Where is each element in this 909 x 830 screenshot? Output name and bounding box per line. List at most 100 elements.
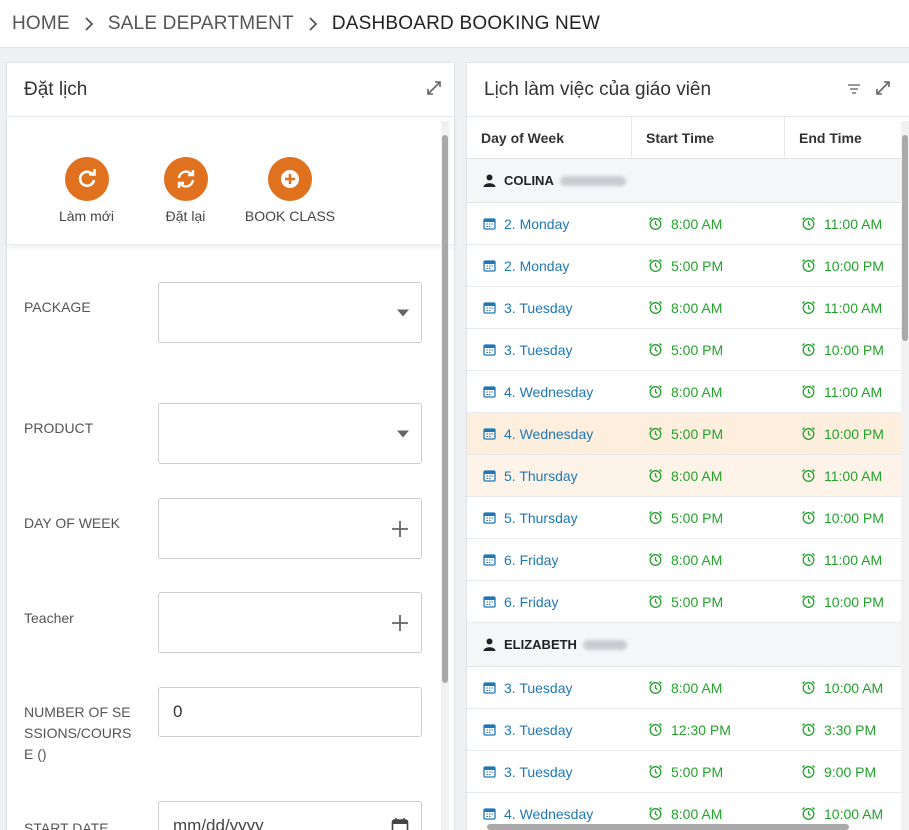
start-time-cell: 8:00 AM xyxy=(632,371,785,412)
alarm-clock-icon xyxy=(648,300,671,315)
end-time-cell: 11:00 AM xyxy=(785,287,905,328)
schedule-row[interactable]: 5. Thursday 5:00 PM 10:00 PM xyxy=(467,497,909,539)
left-panel-scrollbar-thumb[interactable] xyxy=(442,135,448,683)
schedule-row[interactable]: 4. Wednesday 8:00 AM 11:00 AM xyxy=(467,371,909,413)
right-panel-scrollbar-thumb[interactable] xyxy=(902,135,908,341)
alarm-clock-icon xyxy=(801,468,824,483)
booking-toolbar: Làm mới Đặt lại BOOK CLASS xyxy=(7,117,454,245)
teacher-group-name: COLINA xyxy=(504,173,554,188)
start-time-cell: 5:00 PM xyxy=(632,413,785,454)
left-panel-scrollbar[interactable] xyxy=(441,121,449,830)
sessions-input[interactable]: 0 xyxy=(158,687,422,737)
teacher-group-row[interactable]: ELIZABETH xyxy=(467,623,909,667)
plus-icon[interactable] xyxy=(391,614,409,632)
package-select[interactable] xyxy=(158,282,422,343)
start-time-text: 5:00 PM xyxy=(671,509,724,526)
alarm-clock-icon xyxy=(648,468,671,483)
end-time-text: 10:00 AM xyxy=(824,679,884,696)
end-time-text: 11:00 AM xyxy=(824,299,883,316)
caret-down-icon xyxy=(397,309,409,316)
schedule-row[interactable]: 2. Monday 8:00 AM 11:00 AM xyxy=(467,203,909,245)
alarm-clock-icon xyxy=(648,510,671,525)
teacher-field[interactable] xyxy=(158,592,422,653)
start-date-input[interactable]: mm/dd/yyyy xyxy=(158,801,422,830)
book-class-button[interactable]: BOOK CLASS xyxy=(235,157,345,244)
schedule-row[interactable]: 3. Tuesday 5:00 PM 10:00 PM xyxy=(467,329,909,371)
booking-panel: Đặt lịch Làm mới Đặt lại BOOK CLASS PACK… xyxy=(6,62,455,830)
end-time-text: 9:00 PM xyxy=(824,763,877,780)
schedule-row[interactable]: 6. Friday 8:00 AM 11:00 AM xyxy=(467,539,909,581)
column-header-start[interactable]: Start Time xyxy=(632,117,785,158)
start-time-cell: 5:00 PM xyxy=(632,751,785,792)
day-cell: 5. Thursday xyxy=(467,455,632,496)
reset-button-label: Đặt lại xyxy=(165,208,206,224)
day-cell: 5. Thursday xyxy=(467,497,632,538)
alarm-clock-icon xyxy=(648,764,671,779)
alarm-clock-icon xyxy=(801,806,824,821)
breadcrumb-home[interactable]: HOME xyxy=(12,13,70,35)
breadcrumb-sale-department[interactable]: SALE DEPARTMENT xyxy=(108,13,294,35)
plus-icon[interactable] xyxy=(391,520,409,538)
schedule-panel-header: Lịch làm việc của giáo viên xyxy=(467,63,909,117)
day-cell: 3. Tuesday xyxy=(467,667,632,708)
day-of-week-field[interactable] xyxy=(158,498,422,559)
end-time-text: 10:00 PM xyxy=(824,341,884,358)
end-time-cell: 10:00 AM xyxy=(785,667,905,708)
calendar-icon[interactable] xyxy=(391,817,409,830)
schedule-row[interactable]: 5. Thursday 8:00 AM 11:00 AM xyxy=(467,455,909,497)
end-time-text: 11:00 AM xyxy=(824,383,883,400)
teacher-label: Teacher xyxy=(24,610,74,626)
refresh-button-label: Làm mới xyxy=(58,208,115,224)
expand-icon[interactable] xyxy=(426,80,442,101)
calendar-icon xyxy=(483,343,504,356)
right-panel-scrollbar[interactable] xyxy=(901,121,909,830)
reset-button[interactable]: Đặt lại xyxy=(136,157,235,244)
start-time-text: 8:00 AM xyxy=(671,805,723,822)
breadcrumb-current: DASHBOARD BOOKING NEW xyxy=(331,12,600,34)
start-time-cell: 5:00 PM xyxy=(632,497,785,538)
start-time-cell: 5:00 PM xyxy=(632,245,785,286)
calendar-icon xyxy=(483,595,504,608)
column-header-end[interactable]: End Time xyxy=(785,117,905,158)
day-text: 6. Friday xyxy=(504,593,559,610)
book-class-button-label: BOOK CLASS xyxy=(244,208,336,224)
refresh-button[interactable]: Làm mới xyxy=(37,157,136,244)
schedule-row[interactable]: 3. Tuesday 8:00 AM 10:00 AM xyxy=(467,667,909,709)
calendar-icon xyxy=(483,469,504,482)
refresh-icon xyxy=(64,157,109,201)
schedule-row[interactable]: 6. Friday 5:00 PM 10:00 PM xyxy=(467,581,909,623)
schedule-grid-header: Day of Week Start Time End Time xyxy=(467,117,909,159)
calendar-icon xyxy=(483,259,504,272)
expand-icon[interactable] xyxy=(875,80,891,101)
end-time-text: 11:00 AM xyxy=(824,467,883,484)
start-time-cell: 5:00 PM xyxy=(632,329,785,370)
end-time-cell: 10:00 PM xyxy=(785,497,905,538)
start-time-text: 12:30 PM xyxy=(671,721,731,738)
schedule-row[interactable]: 2. Monday 5:00 PM 10:00 PM xyxy=(467,245,909,287)
day-text: 5. Thursday xyxy=(504,509,578,526)
calendar-icon xyxy=(483,385,504,398)
alarm-clock-icon xyxy=(801,764,824,779)
calendar-icon xyxy=(483,301,504,314)
alarm-clock-icon xyxy=(801,594,824,609)
schedule-row[interactable]: 3. Tuesday 5:00 PM 9:00 PM xyxy=(467,751,909,793)
column-header-day[interactable]: Day of Week xyxy=(467,117,632,158)
filter-icon[interactable] xyxy=(847,82,861,100)
horizontal-scrollbar-thumb[interactable] xyxy=(487,824,849,830)
product-select[interactable] xyxy=(158,403,422,464)
schedule-row[interactable]: 3. Tuesday 8:00 AM 11:00 AM xyxy=(467,287,909,329)
day-text: 3. Tuesday xyxy=(504,679,573,696)
day-cell: 3. Tuesday xyxy=(467,751,632,792)
day-text: 2. Monday xyxy=(504,215,570,232)
teacher-group-row[interactable]: COLINA xyxy=(467,159,909,203)
end-time-text: 11:00 AM xyxy=(824,215,883,232)
schedule-row[interactable]: 4. Wednesday 5:00 PM 10:00 PM xyxy=(467,413,909,455)
start-time-text: 5:00 PM xyxy=(671,593,724,610)
caret-down-icon xyxy=(397,430,409,437)
start-time-cell: 8:00 AM xyxy=(632,539,785,580)
schedule-row[interactable]: 3. Tuesday 12:30 PM 3:30 PM xyxy=(467,709,909,751)
start-time-text: 8:00 AM xyxy=(671,299,723,316)
day-cell: 6. Friday xyxy=(467,539,632,580)
alarm-clock-icon xyxy=(648,384,671,399)
horizontal-scrollbar[interactable] xyxy=(481,823,901,830)
